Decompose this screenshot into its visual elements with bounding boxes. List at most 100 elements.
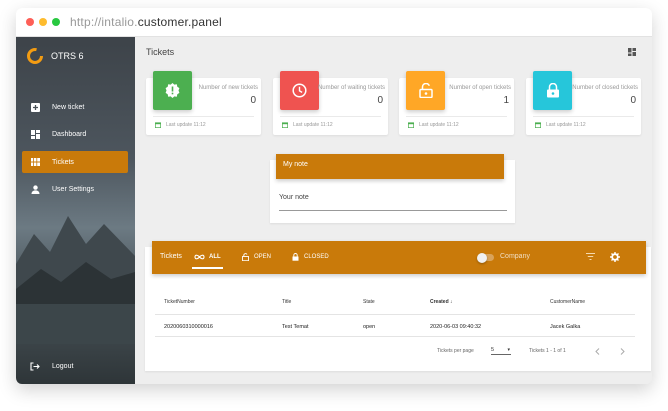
cell-title: Test Temat (282, 324, 309, 330)
view-list-icon (30, 157, 40, 167)
sidebar-item-new-ticket[interactable]: New ticket (22, 96, 128, 118)
stat-card-waiting[interactable]: Number of waiting tickets 0 Last update … (273, 71, 388, 135)
alert-badge-icon (153, 71, 192, 110)
main-content: Tickets Number of new tickets 0 Last upd… (135, 37, 652, 384)
page-title: Tickets (146, 47, 175, 57)
maximize-window-dot[interactable] (52, 18, 60, 26)
divider (280, 116, 381, 117)
tab-open[interactable]: OPEN (242, 253, 271, 261)
divider (153, 116, 254, 117)
clock-icon (280, 71, 319, 110)
sidebar-item-tickets[interactable]: Tickets (22, 151, 128, 173)
stat-update-text: Last update 11:12 (419, 122, 459, 128)
stat-label: Number of waiting tickets (317, 85, 385, 91)
calendar-icon (155, 122, 161, 128)
calendar-icon (535, 122, 541, 128)
per-page-value: 5 (491, 347, 495, 353)
browser-titlebar: http://intalio.customer.panel (16, 8, 652, 37)
tickets-bar-title: Tickets (160, 253, 182, 260)
divider (406, 116, 507, 117)
calendar-icon (408, 122, 414, 128)
url-host: customer.panel (137, 15, 222, 29)
filter-icon[interactable] (586, 253, 595, 260)
lock-icon (533, 71, 572, 110)
app-name: OTRS 6 (51, 51, 84, 61)
note-input[interactable]: Your note (279, 194, 507, 211)
chevron-left-icon[interactable] (595, 348, 600, 355)
tickets-card: Tickets ALL OPEN CLOSED Company TicketNu… (145, 241, 651, 371)
lock-open-icon (406, 71, 445, 110)
cell-state: open (363, 324, 376, 330)
tab-label: ALL (209, 254, 221, 260)
tab-label: CLOSED (304, 254, 329, 260)
infinity-icon (194, 254, 205, 260)
logout-icon (30, 362, 40, 371)
chevron-right-icon[interactable] (620, 348, 625, 355)
stat-label: Number of open tickets (449, 85, 511, 91)
sidebar: OTRS 6 New ticket Dashboard Tickets User… (16, 37, 135, 384)
stat-label: Number of new tickets (198, 85, 258, 91)
stat-update: Last update 11:12 (535, 122, 586, 128)
tab-all[interactable]: ALL (192, 247, 223, 269)
sidebar-item-label: New ticket (52, 103, 85, 111)
dashboard-icon (30, 130, 40, 140)
company-toggle[interactable] (477, 252, 494, 263)
stat-card-new[interactable]: Number of new tickets 0 Last update 11:1… (146, 71, 261, 135)
column-header-title[interactable]: Title (282, 299, 291, 305)
sidebar-item-user-settings[interactable]: User Settings (22, 179, 128, 201)
logout-button[interactable]: Logout (30, 362, 73, 371)
logout-label: Logout (52, 363, 74, 370)
caret-down-icon: ▾ (507, 347, 510, 353)
lock-icon (292, 253, 299, 261)
otrs-logo-icon (27, 48, 43, 64)
stat-value: 0 (630, 95, 636, 106)
per-page-label: Tickets per page (437, 348, 474, 354)
url-prefix: http://intalio. (70, 15, 138, 29)
stat-value: 0 (377, 95, 383, 106)
stat-update-text: Last update 11:12 (166, 122, 206, 128)
stat-update-text: Last update 11:12 (293, 122, 333, 128)
stat-update: Last update 11:12 (155, 122, 206, 128)
sidebar-item-dashboard[interactable]: Dashboard (22, 124, 128, 146)
stat-label: Number of closed tickets (572, 85, 638, 91)
stat-update-text: Last update 11:12 (546, 122, 586, 128)
sidebar-item-label: User Settings (52, 186, 95, 193)
minimize-window-dot[interactable] (39, 18, 47, 26)
mountain-background-image (16, 216, 135, 344)
close-window-dot[interactable] (26, 18, 34, 26)
browser-window: http://intalio.customer.panel OTRS 6 New… (16, 8, 652, 384)
tab-label: OPEN (254, 254, 272, 260)
sidebar-nav: New ticket Dashboard Tickets User Settin… (22, 96, 128, 206)
layout-grid-icon[interactable] (628, 48, 636, 56)
per-page-select[interactable]: 5 ▾ (491, 345, 511, 355)
note-title: My note (276, 154, 504, 179)
sort-arrow-down-icon: ↓ (450, 299, 453, 305)
stat-update: Last update 11:12 (282, 122, 333, 128)
column-header-ticketnumber[interactable]: TicketNumber (164, 299, 195, 305)
tab-closed[interactable]: CLOSED (292, 253, 329, 261)
sidebar-item-label: Dashboard (52, 131, 87, 138)
settings-gear-icon[interactable] (610, 252, 620, 262)
company-toggle-label: Company (500, 253, 530, 260)
stat-value: 1 (503, 95, 509, 106)
stat-card-open[interactable]: Number of open tickets 1 Last update 11:… (399, 71, 514, 135)
lock-open-icon (242, 253, 249, 261)
cell-created: 2020-06-03 09:40:32 (430, 324, 482, 330)
divider (155, 336, 635, 337)
divider (155, 314, 635, 315)
column-header-created[interactable]: Created ↓ (430, 299, 453, 305)
user-icon (30, 185, 40, 195)
address-bar[interactable]: http://intalio.customer.panel (70, 15, 222, 29)
calendar-icon (282, 122, 288, 128)
pagination-range: Tickets 1 - 1 of 1 (529, 348, 566, 354)
tickets-toolbar: Tickets ALL OPEN CLOSED Company (152, 241, 646, 274)
stat-value: 0 (250, 95, 256, 106)
stat-update: Last update 11:12 (408, 122, 459, 128)
toggle-knob (477, 252, 487, 263)
brand[interactable]: OTRS 6 (26, 45, 84, 67)
note-card: My note Your note (270, 154, 515, 223)
column-header-customername[interactable]: CustomerName (550, 299, 585, 305)
column-header-state[interactable]: State (363, 299, 375, 305)
stat-card-closed[interactable]: Number of closed tickets 0 Last update 1… (526, 71, 641, 135)
plus-box-icon (30, 102, 40, 112)
